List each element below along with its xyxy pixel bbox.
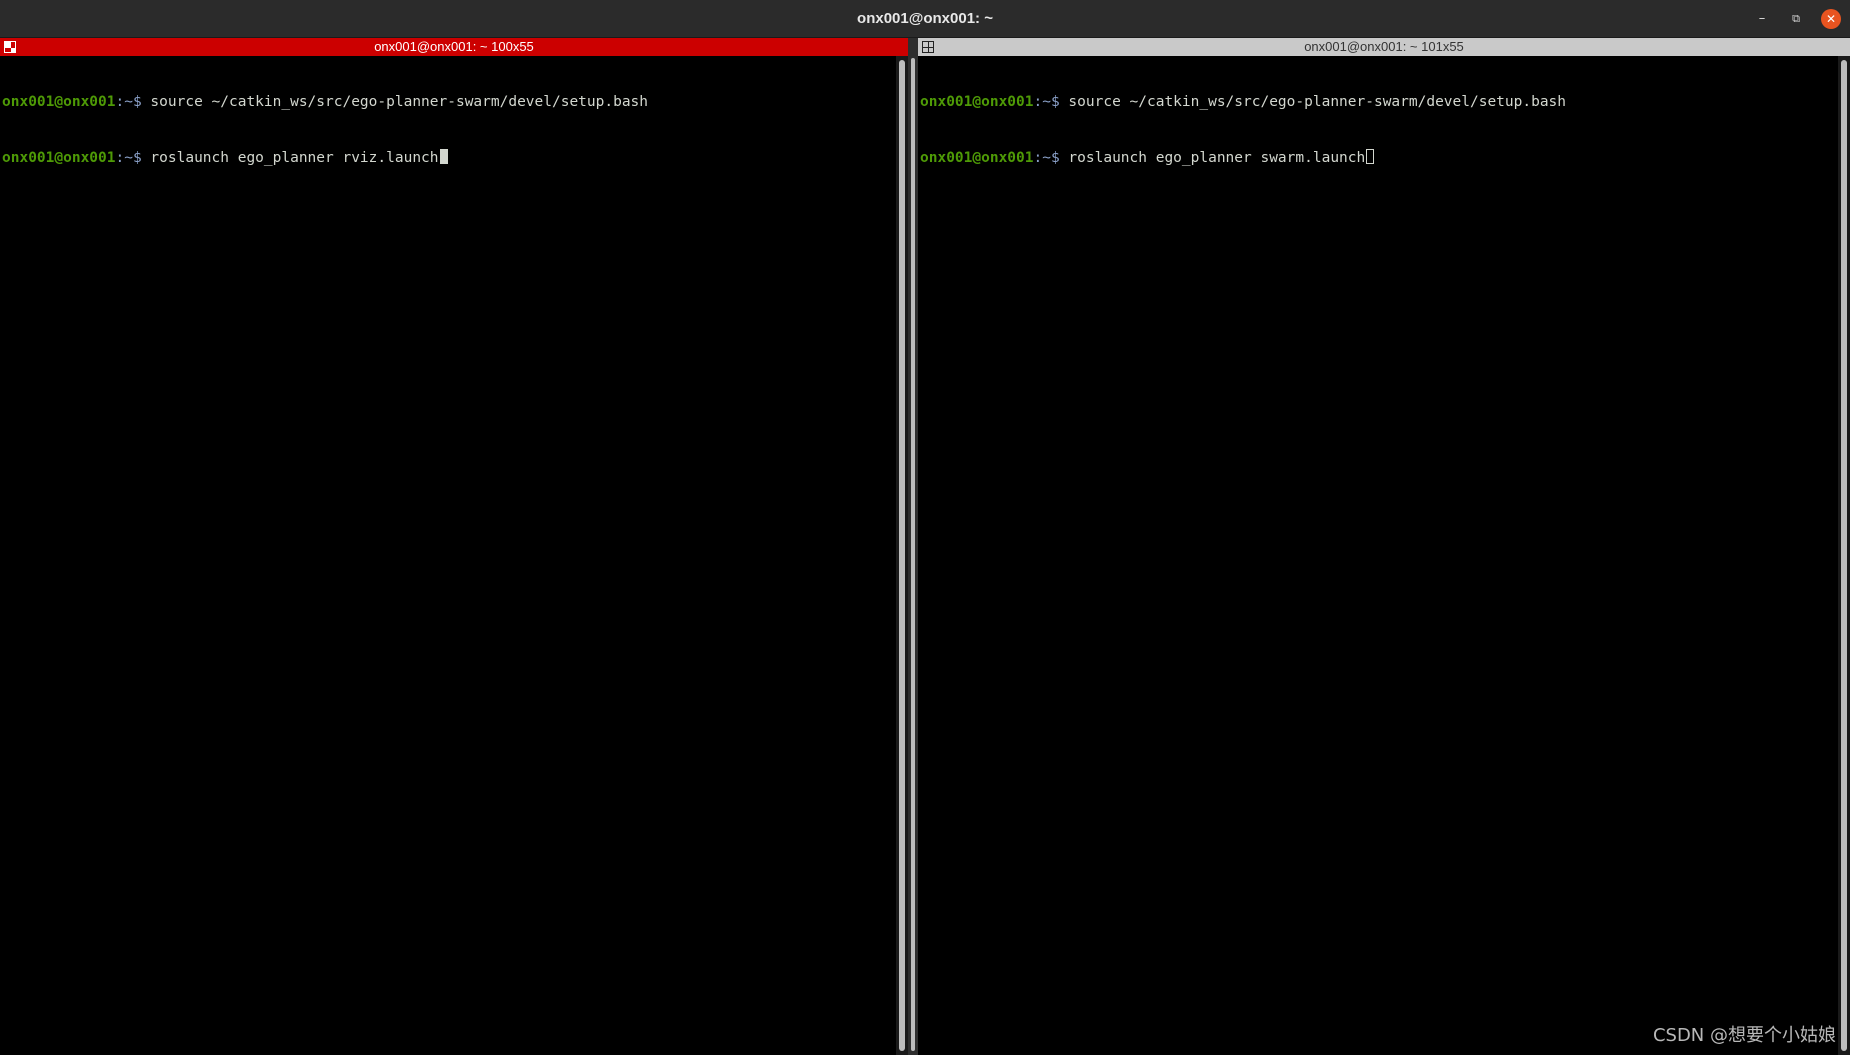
command-text: roslaunch ego_planner swarm.launch xyxy=(1068,149,1366,166)
pane-title-left: onx001@onx001: ~ 100x55 xyxy=(374,39,534,54)
pane-title-right: onx001@onx001: ~ 101x55 xyxy=(1304,39,1464,54)
command-text: source ~/catkin_ws/src/ego-planner-swarm… xyxy=(1068,94,1567,110)
text-cursor xyxy=(439,148,448,164)
terminal-window: onx001@onx001: ~ – ⧉ ✕ onx001@onx001: ~ … xyxy=(0,0,1850,1055)
maximize-button[interactable]: ⧉ xyxy=(1786,9,1806,29)
prompt-separator: :~$ xyxy=(1033,149,1069,166)
scrollbar-left[interactable] xyxy=(896,56,908,1055)
scrollbar-right[interactable] xyxy=(1838,56,1850,1055)
split-pane-icon[interactable] xyxy=(922,41,934,53)
minimize-button[interactable]: – xyxy=(1752,9,1772,29)
prompt-user: onx001@onx001 xyxy=(920,94,1034,110)
pane-divider[interactable] xyxy=(908,38,918,1055)
terminal-line: onx001@onx001:~$ source ~/catkin_ws/src/… xyxy=(920,93,1836,112)
prompt-separator: :~$ xyxy=(115,94,151,110)
title-bar[interactable]: onx001@onx001: ~ – ⧉ ✕ xyxy=(0,0,1850,38)
close-button[interactable]: ✕ xyxy=(1821,9,1841,29)
prompt-separator: :~$ xyxy=(115,149,151,166)
pane-header-right[interactable]: onx001@onx001: ~ 101x55 xyxy=(918,38,1850,56)
window-title: onx001@onx001: ~ xyxy=(857,10,993,27)
command-text: source ~/catkin_ws/src/ego-planner-swarm… xyxy=(150,94,649,110)
watermark: CSDN @想要个小姑娘 xyxy=(1652,1025,1836,1046)
terminal-line: onx001@onx001:~$ roslaunch ego_planner r… xyxy=(2,148,894,168)
scrollbar-thumb-right[interactable] xyxy=(1841,60,1847,1051)
command-text: roslaunch ego_planner rviz.launch xyxy=(150,149,439,166)
divider-grip[interactable] xyxy=(911,58,915,1051)
text-cursor xyxy=(1366,148,1375,164)
terminal-line: onx001@onx001:~$ source ~/catkin_ws/src/… xyxy=(2,93,894,112)
terminal-output-right[interactable]: onx001@onx001:~$ source ~/catkin_ws/src/… xyxy=(920,56,1836,1055)
split-pane-icon[interactable] xyxy=(4,41,16,53)
terminal-pane-right[interactable]: onx001@onx001: ~ 101x55 onx001@onx001:~$… xyxy=(918,38,1850,1055)
scrollbar-thumb-left[interactable] xyxy=(899,60,905,1051)
terminal-output-left[interactable]: onx001@onx001:~$ source ~/catkin_ws/src/… xyxy=(2,56,894,1055)
prompt-user: onx001@onx001 xyxy=(920,149,1034,166)
prompt-separator: :~$ xyxy=(1033,94,1069,110)
pane-header-left[interactable]: onx001@onx001: ~ 100x55 xyxy=(0,38,908,56)
prompt-user: onx001@onx001 xyxy=(2,94,116,110)
terminal-pane-left[interactable]: onx001@onx001: ~ 100x55 onx001@onx001:~$… xyxy=(0,38,908,1055)
prompt-user: onx001@onx001 xyxy=(2,149,116,166)
terminal-line: onx001@onx001:~$ roslaunch ego_planner s… xyxy=(920,148,1836,168)
